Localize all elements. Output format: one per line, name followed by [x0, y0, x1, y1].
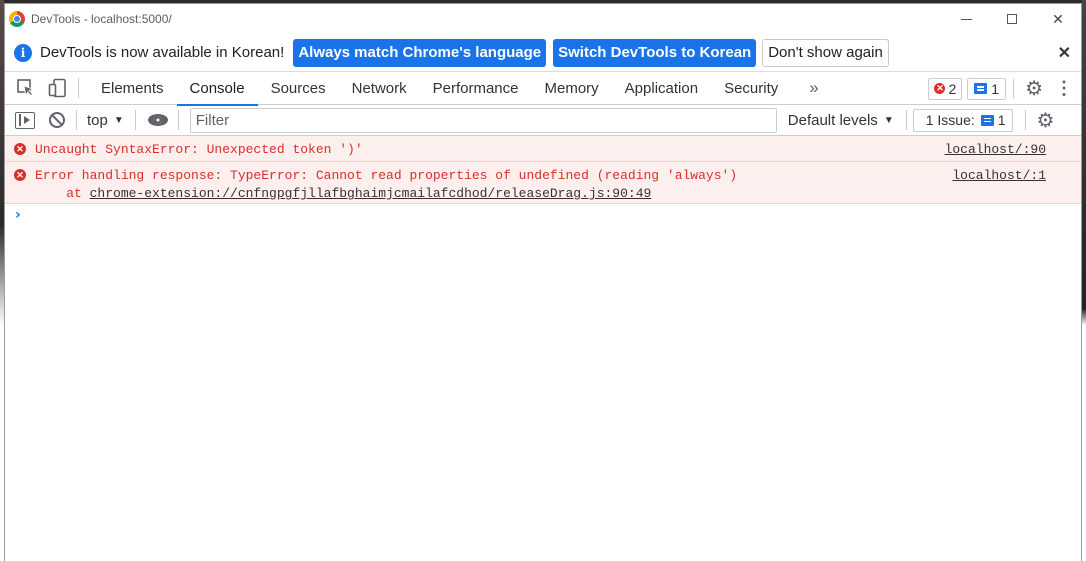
- tab-network[interactable]: Network: [339, 72, 420, 105]
- issue-message-icon: [980, 114, 994, 126]
- tab-performance[interactable]: Performance: [420, 72, 532, 105]
- more-options-icon[interactable]: ⋮: [1055, 78, 1073, 99]
- inspect-element-icon[interactable]: [16, 78, 36, 98]
- chevron-down-icon: ▼: [883, 114, 894, 126]
- stack-prefix: at: [35, 186, 90, 201]
- tabbar-status-area: ✕ 2 1 ⚙ ⋮: [928, 72, 1081, 105]
- javascript-context-select[interactable]: top ▼: [87, 112, 124, 129]
- maximize-button[interactable]: [989, 4, 1035, 34]
- minimize-icon: [960, 18, 972, 20]
- show-console-sidebar-icon[interactable]: [15, 111, 35, 129]
- error-icon: ✕: [14, 143, 26, 155]
- error-text: Uncaught SyntaxError: Unexpected token '…: [35, 142, 363, 157]
- error-count: 2: [948, 80, 957, 97]
- error-text: Error handling response: TypeError: Cann…: [35, 168, 738, 183]
- live-expression-eye-icon[interactable]: [147, 113, 168, 127]
- issues-label: 1 Issue:: [925, 112, 975, 128]
- toolbar-divider: [134, 110, 136, 130]
- error-icon: ✕: [14, 169, 26, 181]
- desktop-backdrop-right: [1082, 0, 1086, 561]
- dont-show-again-button[interactable]: Don't show again: [762, 38, 889, 67]
- language-infobar: i DevTools is now available in Korean! A…: [5, 34, 1081, 72]
- toolbar-divider: [177, 110, 179, 130]
- console-toolbar: top ▼ Default levels ▼ 1 Issue: 1 ⚙: [5, 105, 1081, 136]
- close-window-button[interactable]: ✕: [1035, 4, 1081, 34]
- stack-trace-link[interactable]: chrome-extension://cnfngpgfjllafbghaimjc…: [90, 186, 652, 201]
- match-language-button[interactable]: Always match Chrome's language: [293, 38, 547, 67]
- console-error-message: ✕ Uncaught SyntaxError: Unexpected token…: [5, 136, 1081, 162]
- tab-application[interactable]: Application: [612, 72, 711, 105]
- console-output: ✕ Uncaught SyntaxError: Unexpected token…: [5, 136, 1081, 228]
- stack-trace: at chrome-extension://cnfngpgfjllafbghai…: [35, 186, 651, 201]
- clear-console-icon[interactable]: [49, 112, 65, 128]
- chevron-down-icon: ▼: [113, 114, 124, 126]
- title-bar[interactable]: DevTools - localhost:5000/ ✕: [5, 4, 1081, 34]
- settings-gear-icon[interactable]: ⚙: [1025, 76, 1043, 101]
- source-link[interactable]: localhost/:1: [952, 168, 1046, 183]
- infobar-message: DevTools is now available in Korean!: [40, 44, 285, 61]
- toolbar-divider: [1013, 78, 1015, 99]
- chrome-logo-icon: [9, 11, 25, 27]
- toolbar-divider: [76, 110, 77, 130]
- toolbar-divider: [1024, 110, 1026, 130]
- toolbar-divider: [78, 78, 79, 98]
- window-controls: ✕: [943, 4, 1081, 34]
- toolbar-divider: [905, 110, 907, 130]
- issues-count: 1: [997, 112, 1006, 128]
- error-icon: ✕: [934, 83, 946, 94]
- log-levels-value: Default levels: [787, 111, 878, 129]
- info-icon: i: [14, 43, 32, 62]
- infobar-close-icon[interactable]: ✕: [1058, 43, 1071, 63]
- devtools-window: DevTools - localhost:5000/ ✕ i DevTools …: [4, 3, 1082, 561]
- switch-to-korean-button[interactable]: Switch DevTools to Korean: [553, 38, 757, 67]
- message-count: 1: [991, 80, 1000, 97]
- close-icon: ✕: [1052, 10, 1064, 27]
- console-settings-gear-icon[interactable]: ⚙: [1037, 108, 1055, 133]
- devtools-tabbar: Elements Console Sources Network Perform…: [5, 72, 1081, 106]
- console-filter-input[interactable]: [189, 107, 777, 133]
- message-count-badge[interactable]: 1: [967, 77, 1007, 100]
- issues-button[interactable]: 1 Issue: 1: [912, 108, 1013, 132]
- tab-console[interactable]: Console: [176, 72, 258, 106]
- error-count-badge[interactable]: ✕ 2: [928, 77, 963, 100]
- window-title: DevTools - localhost:5000/: [31, 12, 172, 26]
- message-icon: [974, 83, 988, 94]
- minimize-button[interactable]: [943, 4, 989, 34]
- prompt-chevron-icon: ›: [15, 207, 21, 223]
- tab-memory[interactable]: Memory: [532, 72, 612, 105]
- tab-sources[interactable]: Sources: [258, 72, 339, 105]
- more-tabs-icon[interactable]: »: [809, 78, 819, 98]
- console-prompt[interactable]: ›: [5, 204, 1081, 228]
- tab-security[interactable]: Security: [711, 72, 791, 105]
- maximize-icon: [1007, 14, 1017, 24]
- source-link[interactable]: localhost/:90: [945, 142, 1046, 157]
- console-error-message: ✕ Error handling response: TypeError: Ca…: [5, 162, 1081, 204]
- tab-elements[interactable]: Elements: [88, 72, 177, 105]
- device-toolbar-icon[interactable]: [48, 78, 68, 98]
- context-value: top: [87, 111, 108, 129]
- log-levels-select[interactable]: Default levels ▼: [788, 112, 894, 129]
